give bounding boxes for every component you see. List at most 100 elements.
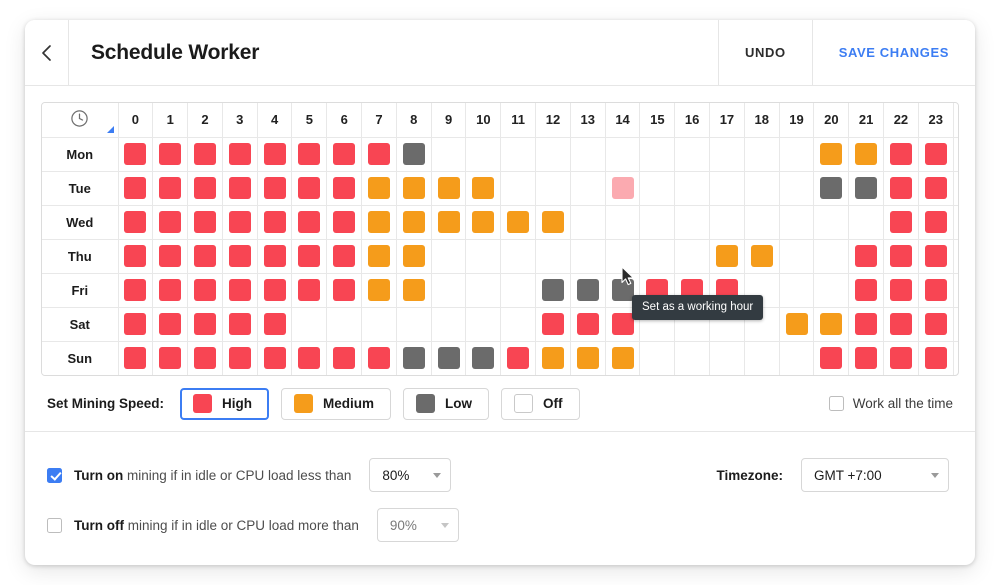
schedule-cell-wed-22[interactable] [884,205,919,239]
schedule-cell-thu-17[interactable] [710,239,745,273]
schedule-cell-sat-7[interactable] [362,307,397,341]
schedule-cell-wed-15[interactable] [640,205,675,239]
schedule-cell-wed-13[interactable] [570,205,605,239]
schedule-cell-sun-8[interactable] [396,341,431,375]
speed-option-high[interactable]: High [180,388,269,420]
resize-handle-icon[interactable] [107,126,114,133]
schedule-cell-tue-13[interactable] [570,171,605,205]
schedule-cell-mon-0[interactable] [118,137,153,171]
schedule-cell-mon-3[interactable] [222,137,257,171]
schedule-cell-thu-2[interactable] [188,239,223,273]
schedule-cell-sun-2[interactable] [188,341,223,375]
hour-header-11[interactable]: 11 [501,103,536,137]
schedule-cell-sun-21[interactable] [849,341,884,375]
schedule-cell-sat-8[interactable] [396,307,431,341]
schedule-cell-thu-18[interactable] [744,239,779,273]
schedule-cell-mon-16[interactable] [675,137,710,171]
schedule-cell-thu-10[interactable] [466,239,501,273]
schedule-cell-mon-21[interactable] [849,137,884,171]
schedule-cell-wed-9[interactable] [431,205,466,239]
schedule-cell-wed-19[interactable] [779,205,814,239]
schedule-cell-sat-21[interactable] [849,307,884,341]
schedule-cell-mon-20[interactable] [814,137,849,171]
schedule-cell-thu-12[interactable] [536,239,571,273]
schedule-cell-tue-18[interactable] [744,171,779,205]
schedule-cell-mon-12[interactable] [536,137,571,171]
schedule-cell-fri-13[interactable] [570,273,605,307]
speed-option-low[interactable]: Low [403,388,489,420]
schedule-cell-sat-22[interactable] [884,307,919,341]
schedule-cell-sun-18[interactable] [744,341,779,375]
row-check-wed[interactable] [953,205,959,239]
day-label-tue[interactable]: Tue [42,171,118,205]
schedule-cell-sun-16[interactable] [675,341,710,375]
schedule-cell-mon-14[interactable] [605,137,640,171]
schedule-cell-tue-21[interactable] [849,171,884,205]
schedule-cell-thu-21[interactable] [849,239,884,273]
schedule-cell-tue-23[interactable] [918,171,953,205]
schedule-cell-tue-0[interactable] [118,171,153,205]
schedule-cell-tue-5[interactable] [292,171,327,205]
schedule-cell-fri-7[interactable] [362,273,397,307]
schedule-cell-wed-21[interactable] [849,205,884,239]
row-check-sat[interactable] [953,307,959,341]
turn-on-threshold-select[interactable]: 80% [369,458,451,492]
row-check-fri[interactable] [953,273,959,307]
schedule-cell-fri-9[interactable] [431,273,466,307]
schedule-cell-mon-13[interactable] [570,137,605,171]
schedule-cell-sun-6[interactable] [327,341,362,375]
schedule-cell-fri-1[interactable] [153,273,188,307]
hour-header-22[interactable]: 22 [884,103,919,137]
schedule-cell-wed-8[interactable] [396,205,431,239]
schedule-cell-wed-4[interactable] [257,205,292,239]
save-changes-button[interactable]: SAVE CHANGES [812,20,975,85]
day-label-mon[interactable]: Mon [42,137,118,171]
schedule-cell-fri-5[interactable] [292,273,327,307]
hour-header-5[interactable]: 5 [292,103,327,137]
schedule-cell-wed-10[interactable] [466,205,501,239]
schedule-cell-fri-4[interactable] [257,273,292,307]
hour-header-0[interactable]: 0 [118,103,153,137]
schedule-cell-sun-11[interactable] [501,341,536,375]
schedule-cell-sun-5[interactable] [292,341,327,375]
schedule-cell-sun-17[interactable] [710,341,745,375]
turn-off-threshold-select[interactable]: 90% [377,508,459,542]
schedule-cell-fri-2[interactable] [188,273,223,307]
schedule-cell-thu-1[interactable] [153,239,188,273]
schedule-cell-thu-5[interactable] [292,239,327,273]
schedule-cell-mon-7[interactable] [362,137,397,171]
schedule-cell-wed-16[interactable] [675,205,710,239]
schedule-cell-fri-19[interactable] [779,273,814,307]
schedule-cell-sun-0[interactable] [118,341,153,375]
schedule-cell-thu-13[interactable] [570,239,605,273]
schedule-cell-tue-10[interactable] [466,171,501,205]
schedule-cell-fri-22[interactable] [884,273,919,307]
schedule-cell-sun-9[interactable] [431,341,466,375]
schedule-cell-tue-2[interactable] [188,171,223,205]
schedule-cell-sat-12[interactable] [536,307,571,341]
schedule-cell-thu-0[interactable] [118,239,153,273]
schedule-cell-fri-8[interactable] [396,273,431,307]
schedule-cell-sat-2[interactable] [188,307,223,341]
schedule-cell-tue-1[interactable] [153,171,188,205]
schedule-cell-thu-20[interactable] [814,239,849,273]
hour-header-20[interactable]: 20 [814,103,849,137]
hour-header-21[interactable]: 21 [849,103,884,137]
hour-header-8[interactable]: 8 [396,103,431,137]
schedule-cell-mon-6[interactable] [327,137,362,171]
schedule-cell-fri-12[interactable] [536,273,571,307]
schedule-cell-fri-0[interactable] [118,273,153,307]
schedule-cell-sun-23[interactable] [918,341,953,375]
schedule-cell-fri-23[interactable] [918,273,953,307]
schedule-cell-thu-8[interactable] [396,239,431,273]
schedule-cell-mon-22[interactable] [884,137,919,171]
schedule-cell-sun-14[interactable] [605,341,640,375]
schedule-cell-sun-13[interactable] [570,341,605,375]
schedule-cell-sun-19[interactable] [779,341,814,375]
schedule-cell-thu-11[interactable] [501,239,536,273]
schedule-cell-sat-13[interactable] [570,307,605,341]
hour-header-12[interactable]: 12 [536,103,571,137]
schedule-cell-mon-5[interactable] [292,137,327,171]
turn-on-checkbox[interactable] [47,468,62,483]
schedule-cell-tue-11[interactable] [501,171,536,205]
